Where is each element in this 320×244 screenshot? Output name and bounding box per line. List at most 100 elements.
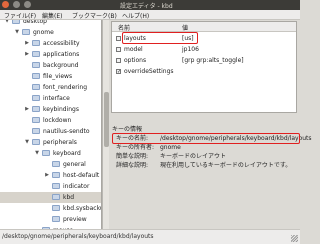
tree-item-label: background [43,62,79,69]
tree-item[interactable]: font_rendering [0,82,101,93]
key-name: model [124,46,143,53]
tree-item[interactable]: ▶ host-default [0,170,101,181]
folder-icon [32,106,40,112]
scrollbar-thumb[interactable] [104,92,109,147]
menu-file[interactable]: ファイル(F) [4,11,36,20]
window-controls [2,1,33,10]
folder-icon [22,29,30,35]
column-header-name[interactable]: 名前 [118,23,130,32]
tree-item[interactable]: preview [0,214,101,225]
menu-bookmarks[interactable]: ブックマーク(B) [72,11,117,20]
key-name: options [124,57,147,64]
folder-icon [32,40,40,46]
tree-item[interactable]: nautilus-sendto [0,126,101,137]
key-value: jp106 [182,46,199,53]
tree-item-label: general [63,161,86,168]
folder-icon [32,62,40,68]
tree-item[interactable]: ▼ peripherals [0,137,101,148]
info-title: キーの情報 [112,126,143,133]
folder-icon [52,183,60,189]
expander-open-icon[interactable]: ▼ [14,27,20,38]
tree-item-label: peripherals [43,139,77,146]
tree-item-label: interface [43,95,70,102]
tree-item[interactable]: background [0,60,101,71]
info-key: 簡単な説明: [116,153,149,160]
title-bar: 設定エディタ - kbd [0,0,300,10]
info-value: キーボードのレイアウト [160,153,227,160]
folder-icon [32,117,40,123]
info-value: gnome [160,144,181,151]
right-pane: 名前 値 layouts [us] model jp106 options [g… [110,20,312,229]
highlight-box [112,133,300,144]
info-value: 現在利用しているキーボードのレイアウトです。 [160,162,292,169]
expander-closed-icon[interactable]: ▶ [24,104,30,115]
key-name: overrideSettings [124,68,174,75]
resize-grip-icon[interactable] [291,235,298,242]
tree-item-label: nautilus-sendto [43,128,90,135]
key-value: [grp grp:alts_toggle] [182,57,244,64]
expander-closed-icon[interactable]: ▶ [24,38,30,49]
key-value-list: 名前 値 layouts [us] model jp106 options [g… [111,21,297,113]
highlight-box [122,32,198,44]
expander-open-icon[interactable]: ▼ [24,137,30,148]
tree-scrollbar[interactable] [102,20,109,229]
expander-closed-icon[interactable]: ▶ [44,170,50,181]
folder-icon [52,172,60,178]
list-row[interactable]: ✓ overrideSettings [112,66,296,77]
tree-item-label: file_views [43,73,73,80]
folder-icon [32,73,40,79]
menu-edit[interactable]: 編集(E) [42,11,62,20]
tree-item[interactable]: ▼ keyboard [0,148,101,159]
folder-icon [42,150,50,156]
expander-open-icon[interactable]: ▼ [34,148,40,159]
tree-item[interactable]: kbd [0,192,101,203]
tree-item[interactable]: indicator [0,181,101,192]
key-tree: ▼ desktop ▼ gnome ▶ accessibility ▶ application… [0,20,102,229]
tree-item[interactable]: general [0,159,101,170]
folder-icon [12,20,20,24]
tree-item-label: lockdown [43,117,72,124]
tree-item[interactable]: ▶ keybindings [0,104,101,115]
folder-icon [52,205,60,211]
folder-icon [52,194,60,200]
folder-icon [32,51,40,57]
tree-item[interactable]: interface [0,93,101,104]
folder-icon [32,84,40,90]
list-header: 名前 値 [112,22,296,32]
close-window-button[interactable] [2,1,9,8]
tree-item[interactable]: ▼ gnome [0,27,101,38]
tree-item[interactable]: kbd.sysbackup [0,203,101,214]
column-header-value[interactable]: 値 [182,23,188,32]
tree-item-label: accessibility [43,40,80,47]
tree-item[interactable]: ▼ desktop [0,20,101,27]
status-path: /desktop/gnome/peripherals/keyboard/kbd/… [2,233,154,240]
checkbox-icon[interactable]: ✓ [116,69,121,75]
tree-item-label: kbd.sysbackup [63,205,101,212]
tree-item-label: keyboard [53,150,81,157]
tree-item[interactable]: file_views [0,71,101,82]
tree-item[interactable]: lockdown [0,115,101,126]
tree-item-label: applications [43,51,80,58]
expander-closed-icon[interactable]: ▶ [24,49,30,60]
tree-item-label: kbd [63,194,75,201]
list-row[interactable]: options [grp grp:alts_toggle] [112,55,296,66]
tree-item[interactable]: ▶ accessibility [0,38,101,49]
folder-icon [52,216,60,222]
tree-item-label: preview [63,216,87,223]
folder-icon [32,95,40,101]
info-key: 詳細な説明: [116,162,149,169]
expander-open-icon[interactable]: ▼ [4,20,10,27]
menu-help[interactable]: ヘルプ(H) [122,11,149,20]
folder-icon [32,139,40,145]
info-key: キーの所有者: [116,144,155,151]
list-row[interactable]: model jp106 [112,44,296,55]
tree-item-label: font_rendering [43,84,88,91]
key-icon [116,47,121,52]
window-title: 設定エディタ - kbd [120,3,173,10]
tree-item-label: indicator [63,183,90,190]
status-bar: /desktop/gnome/peripherals/keyboard/kbd/… [0,229,300,244]
key-icon [116,36,121,41]
maximize-window-button[interactable] [23,1,31,8]
tree-item[interactable]: ▶ applications [0,49,101,60]
minimize-window-button[interactable] [12,1,20,8]
